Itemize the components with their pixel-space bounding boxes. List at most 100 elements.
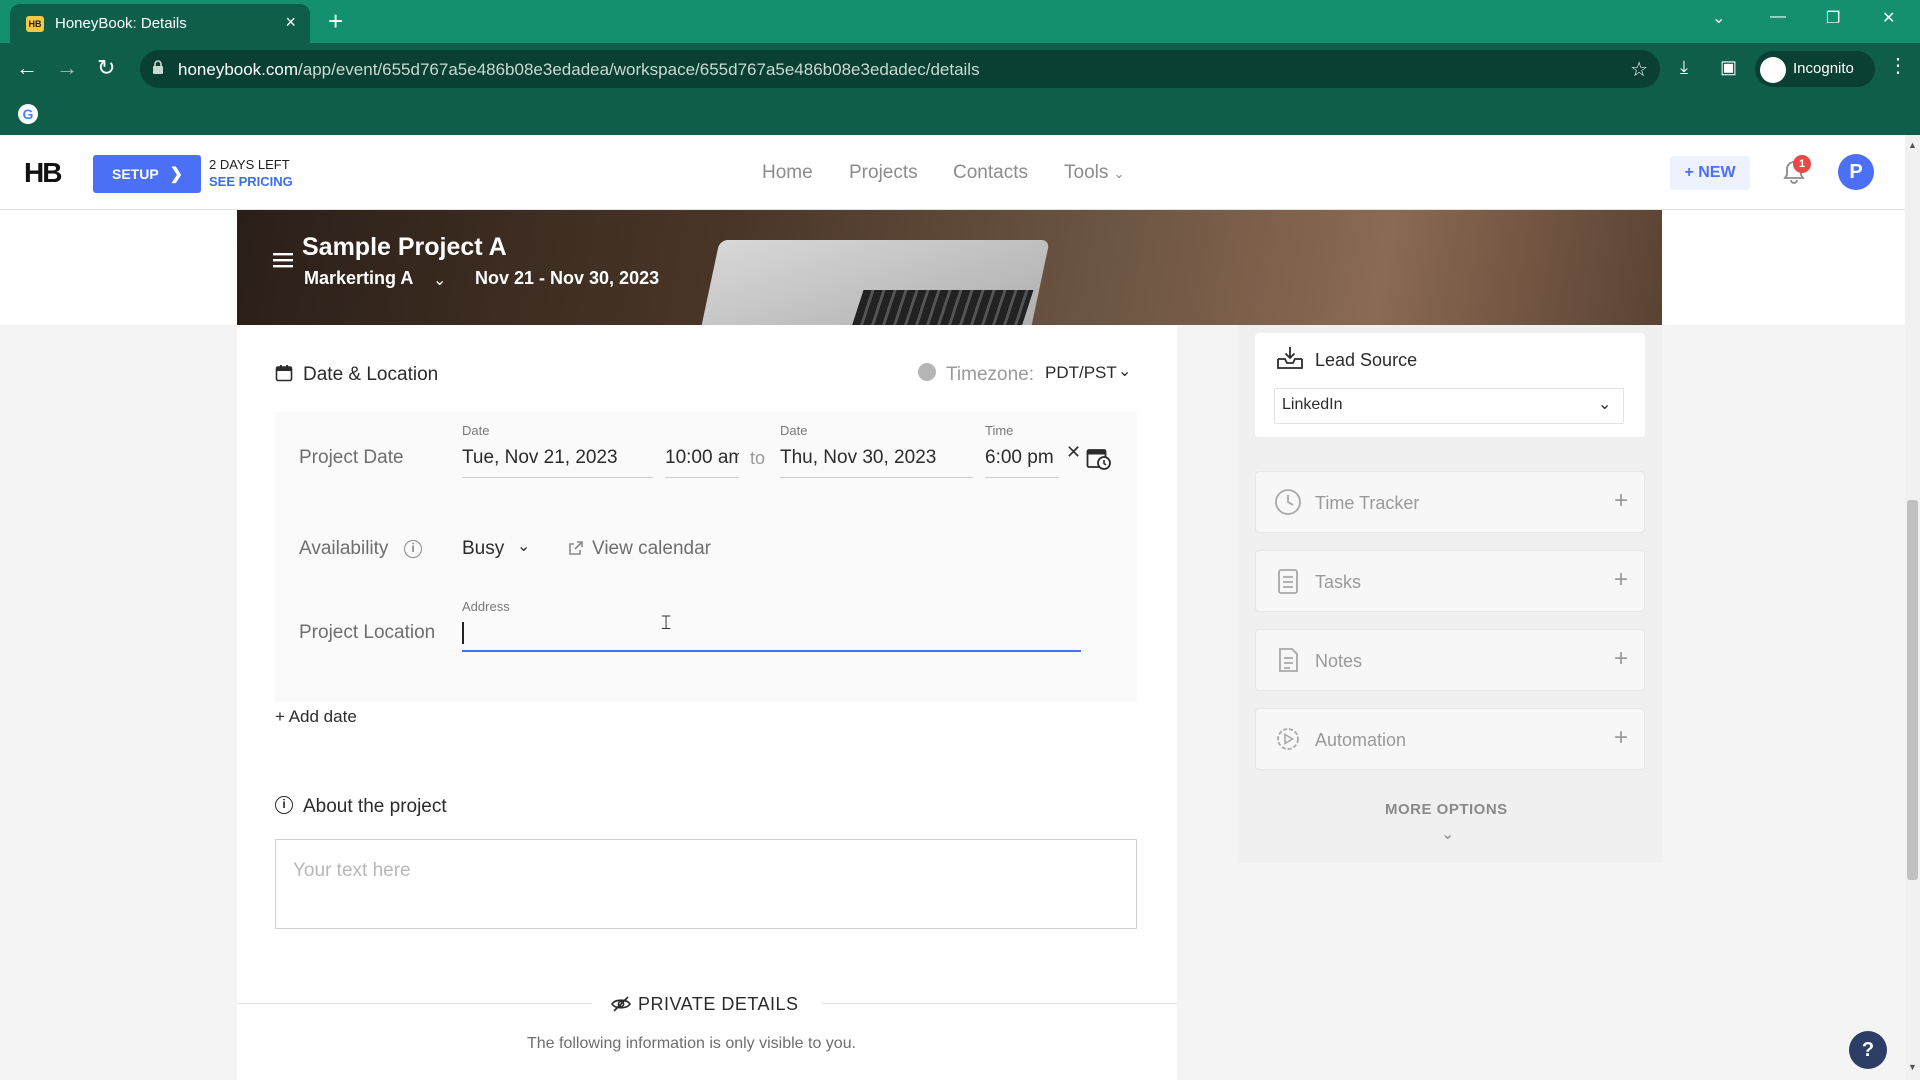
lead-source-value: LinkedIn bbox=[1282, 396, 1343, 413]
url-text: honeybook.com/app/event/655d767a5e486b08… bbox=[178, 60, 980, 79]
clear-date-icon[interactable]: ✕ bbox=[1066, 442, 1081, 463]
browser-titlebar: HB HoneyBook: Details × + ⌄ — ❐ ✕ bbox=[0, 0, 1920, 43]
inbox-download-icon bbox=[1277, 347, 1303, 369]
end-time-field[interactable]: 6:00 pm bbox=[985, 447, 1059, 478]
start-date-field[interactable]: Tue, Nov 21, 2023 bbox=[462, 447, 653, 478]
project-company[interactable]: Markerting A bbox=[304, 268, 413, 289]
address-bar[interactable]: honeybook.com/app/event/655d767a5e486b08… bbox=[140, 50, 1660, 88]
plus-icon[interactable]: + bbox=[1614, 724, 1628, 752]
chevron-down-icon: ⌄ bbox=[1113, 166, 1125, 181]
about-project-title: About the project bbox=[303, 796, 447, 817]
private-details-title: PRIVATE DETAILS bbox=[638, 994, 799, 1014]
address-input[interactable] bbox=[462, 616, 1081, 652]
project-banner: Sample Project A Markerting A ⌄ Nov 21 -… bbox=[237, 210, 1662, 325]
new-tab-icon[interactable]: + bbox=[328, 6, 343, 37]
checklist-icon bbox=[1278, 569, 1298, 594]
lock-icon bbox=[153, 60, 163, 74]
calendar-clock-icon[interactable] bbox=[1086, 447, 1112, 471]
incognito-icon bbox=[1760, 57, 1786, 83]
nav-tools-label: Tools bbox=[1064, 162, 1109, 183]
tool-card-notes[interactable]: Notes + bbox=[1255, 629, 1645, 691]
tab-title: HoneyBook: Details bbox=[55, 15, 187, 32]
globe-icon bbox=[918, 363, 936, 381]
app-header: HB SETUP ❯ 2 DAYS LEFT SEE PRICING Home P… bbox=[0, 135, 1905, 210]
about-info-icon: i bbox=[275, 796, 293, 814]
back-icon[interactable]: ← bbox=[16, 55, 38, 81]
bookmark-star-icon[interactable]: ☆ bbox=[1630, 57, 1648, 82]
project-date-label: Project Date bbox=[299, 447, 404, 468]
project-title[interactable]: Sample Project A bbox=[302, 233, 507, 262]
scrollbar-thumb[interactable] bbox=[1907, 500, 1918, 880]
text-caret bbox=[462, 622, 464, 644]
start-time-field[interactable]: 10:00 am bbox=[665, 447, 739, 478]
tab-search-chevron-icon[interactable]: ⌄ bbox=[1712, 8, 1725, 28]
to-label: to bbox=[750, 448, 766, 468]
trial-days-left: 2 DAYS LEFT bbox=[209, 157, 290, 172]
add-date-button[interactable]: + Add date bbox=[275, 707, 357, 727]
banner-keyboard-image bbox=[850, 290, 1034, 325]
view-calendar-link[interactable]: View calendar bbox=[592, 538, 711, 560]
new-button[interactable]: + NEW bbox=[1670, 156, 1750, 190]
tool-card-automation[interactable]: Automation + bbox=[1255, 708, 1645, 770]
side-panel-icon[interactable]: ▣ bbox=[1720, 57, 1737, 78]
hamburger-menu-icon[interactable] bbox=[273, 252, 293, 268]
chevron-down-icon[interactable]: ⌄ bbox=[433, 270, 446, 290]
chevron-down-icon[interactable]: ⌄ bbox=[1598, 394, 1611, 414]
tool-card-tasks[interactable]: Tasks + bbox=[1255, 550, 1645, 612]
help-button[interactable]: ? bbox=[1849, 1031, 1887, 1069]
tool-label: Tasks bbox=[1315, 572, 1362, 592]
end-time-label: Time bbox=[985, 423, 1014, 438]
scroll-down-icon[interactable]: ▼ bbox=[1908, 1062, 1917, 1072]
availability-select[interactable]: Busy bbox=[462, 538, 504, 560]
setup-label: SETUP bbox=[112, 166, 159, 182]
ibeam-cursor-icon: 𝙸 bbox=[659, 612, 674, 634]
window-close-icon[interactable]: ✕ bbox=[1882, 8, 1895, 28]
google-icon[interactable]: G bbox=[18, 104, 38, 124]
chevron-down-icon[interactable]: ⌄ bbox=[517, 536, 530, 556]
bookmarks-bar: G bbox=[0, 95, 1920, 135]
reload-icon[interactable]: ↻ bbox=[97, 55, 115, 81]
note-icon bbox=[1279, 648, 1298, 672]
divider bbox=[822, 1003, 1177, 1004]
chevron-down-icon[interactable]: ⌄ bbox=[1441, 824, 1454, 844]
availability-label: Availability bbox=[299, 538, 389, 559]
more-options-button[interactable]: MORE OPTIONS bbox=[1385, 801, 1508, 818]
address-label: Address bbox=[462, 599, 510, 614]
plus-icon[interactable]: + bbox=[1614, 566, 1628, 594]
end-date-field[interactable]: Thu, Nov 30, 2023 bbox=[780, 447, 973, 478]
user-avatar[interactable]: P bbox=[1838, 154, 1874, 190]
minimize-icon[interactable]: — bbox=[1770, 8, 1786, 26]
lead-source-title: Lead Source bbox=[1315, 350, 1418, 370]
browser-menu-icon[interactable]: ⋮ bbox=[1888, 53, 1908, 78]
plus-icon[interactable]: + bbox=[1614, 645, 1628, 673]
incognito-indicator[interactable]: Incognito bbox=[1755, 51, 1875, 87]
eye-off-icon bbox=[611, 996, 631, 1012]
honeybook-favicon-icon: HB bbox=[26, 16, 44, 32]
restore-icon[interactable]: ❐ bbox=[1826, 8, 1840, 28]
gear-play-icon bbox=[1277, 728, 1299, 750]
chevron-right-icon: ❯ bbox=[169, 166, 183, 183]
chevron-down-icon[interactable]: ⌄ bbox=[1118, 361, 1131, 381]
forward-icon[interactable]: → bbox=[56, 55, 78, 81]
plus-icon[interactable]: + bbox=[1614, 487, 1628, 515]
end-date-label: Date bbox=[780, 423, 808, 438]
timezone-label: Timezone: bbox=[946, 364, 1034, 385]
nav-home[interactable]: Home bbox=[762, 162, 813, 184]
nav-contacts[interactable]: Contacts bbox=[953, 162, 1028, 184]
timezone-select[interactable]: PDT/PST bbox=[1045, 363, 1117, 383]
nav-tools[interactable]: Tools ⌄ bbox=[1064, 162, 1125, 184]
tool-card-time-tracker[interactable]: Time Tracker + bbox=[1255, 471, 1645, 533]
download-icon[interactable]: ⤓ bbox=[1680, 57, 1688, 78]
nav-projects[interactable]: Projects bbox=[849, 162, 918, 184]
notification-badge: 1 bbox=[1793, 155, 1811, 173]
honeybook-logo[interactable]: HB bbox=[24, 157, 62, 189]
about-project-textarea[interactable] bbox=[275, 839, 1137, 929]
tab-close-icon[interactable]: × bbox=[285, 12, 296, 33]
scroll-up-icon[interactable]: ▲ bbox=[1908, 140, 1917, 150]
browser-tab[interactable]: HB HoneyBook: Details × bbox=[10, 4, 310, 43]
start-date-label: Date bbox=[462, 423, 490, 438]
external-link-icon bbox=[569, 541, 583, 555]
setup-button[interactable]: SETUP ❯ bbox=[93, 155, 201, 193]
see-pricing-link[interactable]: SEE PRICING bbox=[209, 174, 293, 189]
info-icon[interactable]: i bbox=[404, 540, 422, 558]
